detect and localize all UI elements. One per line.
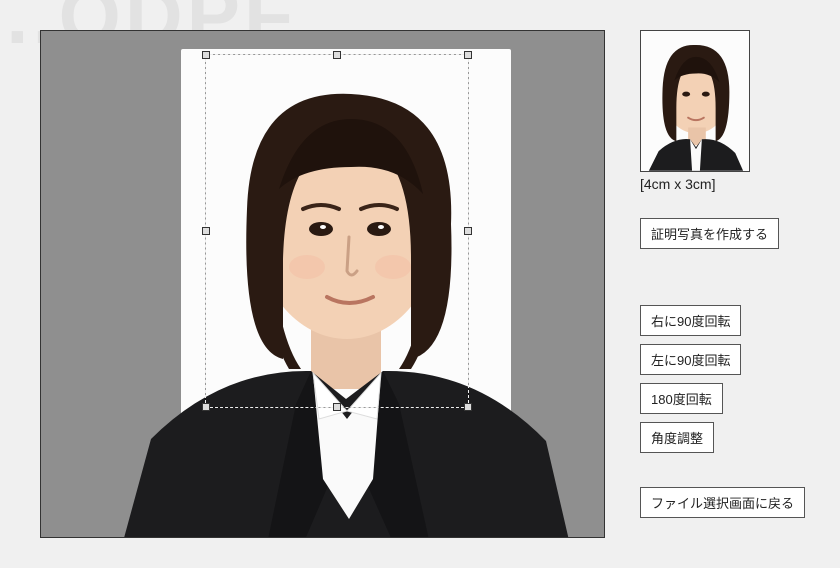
resize-handle-bottom-mid[interactable] [333,403,341,411]
resize-handle-top-left[interactable] [202,51,210,59]
size-label: [4cm x 3cm] [640,176,800,192]
resize-handle-top-mid[interactable] [333,51,341,59]
rotate-right-button[interactable]: 右に90度回転 [640,305,741,336]
editor-canvas[interactable] [40,30,605,538]
rotate-button-group: 右に90度回転 左に90度回転 180度回転 角度調整 [640,305,800,453]
resize-handle-bottom-right[interactable] [464,403,472,411]
resize-handle-bottom-left[interactable] [202,403,210,411]
resize-handle-top-right[interactable] [464,51,472,59]
create-id-photo-button[interactable]: 証明写真を作成する [640,218,779,249]
crop-preview [640,30,750,172]
resize-handle-mid-right[interactable] [464,227,472,235]
rotate-left-button[interactable]: 左に90度回転 [640,344,741,375]
side-panel: [4cm x 3cm] 証明写真を作成する 右に90度回転 左に90度回転 18… [640,30,800,538]
angle-adjust-button[interactable]: 角度調整 [640,422,714,453]
rotate-180-button[interactable]: 180度回転 [640,383,723,414]
resize-handle-mid-left[interactable] [202,227,210,235]
crop-selection[interactable] [206,55,468,407]
back-to-file-select-button[interactable]: ファイル選択画面に戻る [640,487,805,518]
